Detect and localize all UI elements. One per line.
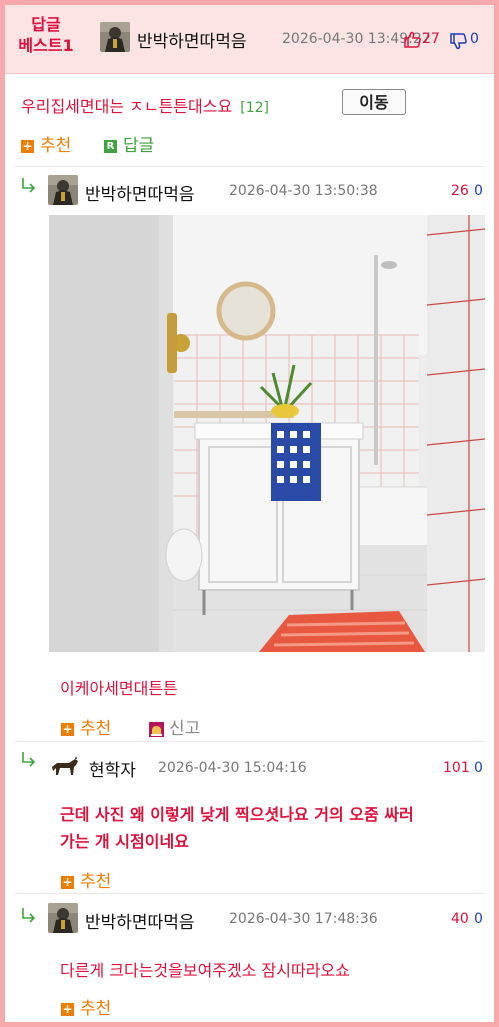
- thumbs-up-icon: [404, 31, 421, 48]
- comment-datetime: 2026-04-30 15:04:16: [158, 760, 307, 776]
- comment-text-line: 근데 사진 왜 이렇게 낮게 찍으셧나요 거의 오줌 싸러: [60, 805, 414, 824]
- upvote-count[interactable]: 26: [451, 183, 469, 199]
- post-title: 우리집세면대는 ㅈㄴ튼튼대스요: [21, 97, 233, 116]
- downvote-button[interactable]: [449, 33, 467, 54]
- thumbs-down-icon: [450, 33, 467, 50]
- downvote-count[interactable]: 0: [474, 760, 483, 776]
- comment-datetime: 2026-04-30 13:50:38: [229, 183, 378, 199]
- reply-button[interactable]: R 답글: [104, 131, 154, 156]
- best-reply-badge: 답글 베스트1: [18, 15, 74, 55]
- comment-datetime: 2026-04-30 17:48:36: [229, 911, 378, 927]
- plus-icon: +: [61, 721, 74, 736]
- upvote-count: 27: [422, 31, 440, 47]
- comment-text-line: 가는 개 시점이네요: [60, 832, 189, 851]
- report-button[interactable]: 신고: [149, 714, 200, 739]
- reply-arrow-icon: [22, 908, 36, 923]
- plus-icon: +: [61, 874, 74, 889]
- reply-arrow-icon: [22, 752, 36, 767]
- recommend-button[interactable]: + 추천: [21, 131, 71, 156]
- comment-text: 이케아세면대튼튼: [60, 679, 178, 698]
- siren-icon: [149, 721, 164, 737]
- plus-icon: +: [61, 1001, 74, 1016]
- move-button[interactable]: 이동: [342, 89, 406, 115]
- author-name[interactable]: 반박하면따먹음: [85, 180, 194, 205]
- avatar[interactable]: [100, 22, 130, 52]
- downvote-count: 0: [470, 31, 479, 47]
- reply-icon: R: [104, 139, 117, 153]
- comment-count: [12]: [240, 100, 270, 116]
- author-name[interactable]: 반박하면따먹음: [85, 908, 194, 933]
- author-name[interactable]: 현학자: [89, 756, 136, 781]
- downvote-count[interactable]: 0: [474, 183, 483, 199]
- upvote-count[interactable]: 101: [443, 760, 470, 776]
- divider: [14, 166, 485, 167]
- avatar[interactable]: [49, 753, 81, 779]
- avatar[interactable]: [48, 175, 78, 205]
- comment-text: 다른게 크다는것을보여주겠소 잠시따라오쇼: [60, 961, 350, 980]
- recommend-button[interactable]: + 추천: [61, 714, 111, 739]
- upvote-button[interactable]: [403, 31, 421, 52]
- divider: [14, 893, 485, 894]
- downvote-count[interactable]: 0: [474, 911, 483, 927]
- upvote-count[interactable]: 40: [451, 911, 469, 927]
- recommend-button[interactable]: + 추천: [61, 994, 111, 1019]
- author-name[interactable]: 반박하면따먹음: [137, 27, 246, 52]
- best-reply-header: 답글 베스트1 반박하면따먹음 2026-04-30 13:49:27 27 0: [5, 5, 494, 74]
- comment-panel: 답글 베스트1 반박하면따먹음 2026-04-30 13:49:27 27 0…: [0, 0, 499, 1027]
- post-title-link[interactable]: 우리집세면대는 ㅈㄴ튼튼대스요 [12]: [21, 93, 269, 117]
- avatar[interactable]: [48, 903, 78, 933]
- attached-photo[interactable]: [49, 215, 485, 652]
- reply-arrow-icon: [22, 178, 36, 193]
- recommend-button[interactable]: + 추천: [61, 867, 111, 892]
- plus-icon: +: [21, 138, 34, 153]
- divider: [14, 741, 485, 742]
